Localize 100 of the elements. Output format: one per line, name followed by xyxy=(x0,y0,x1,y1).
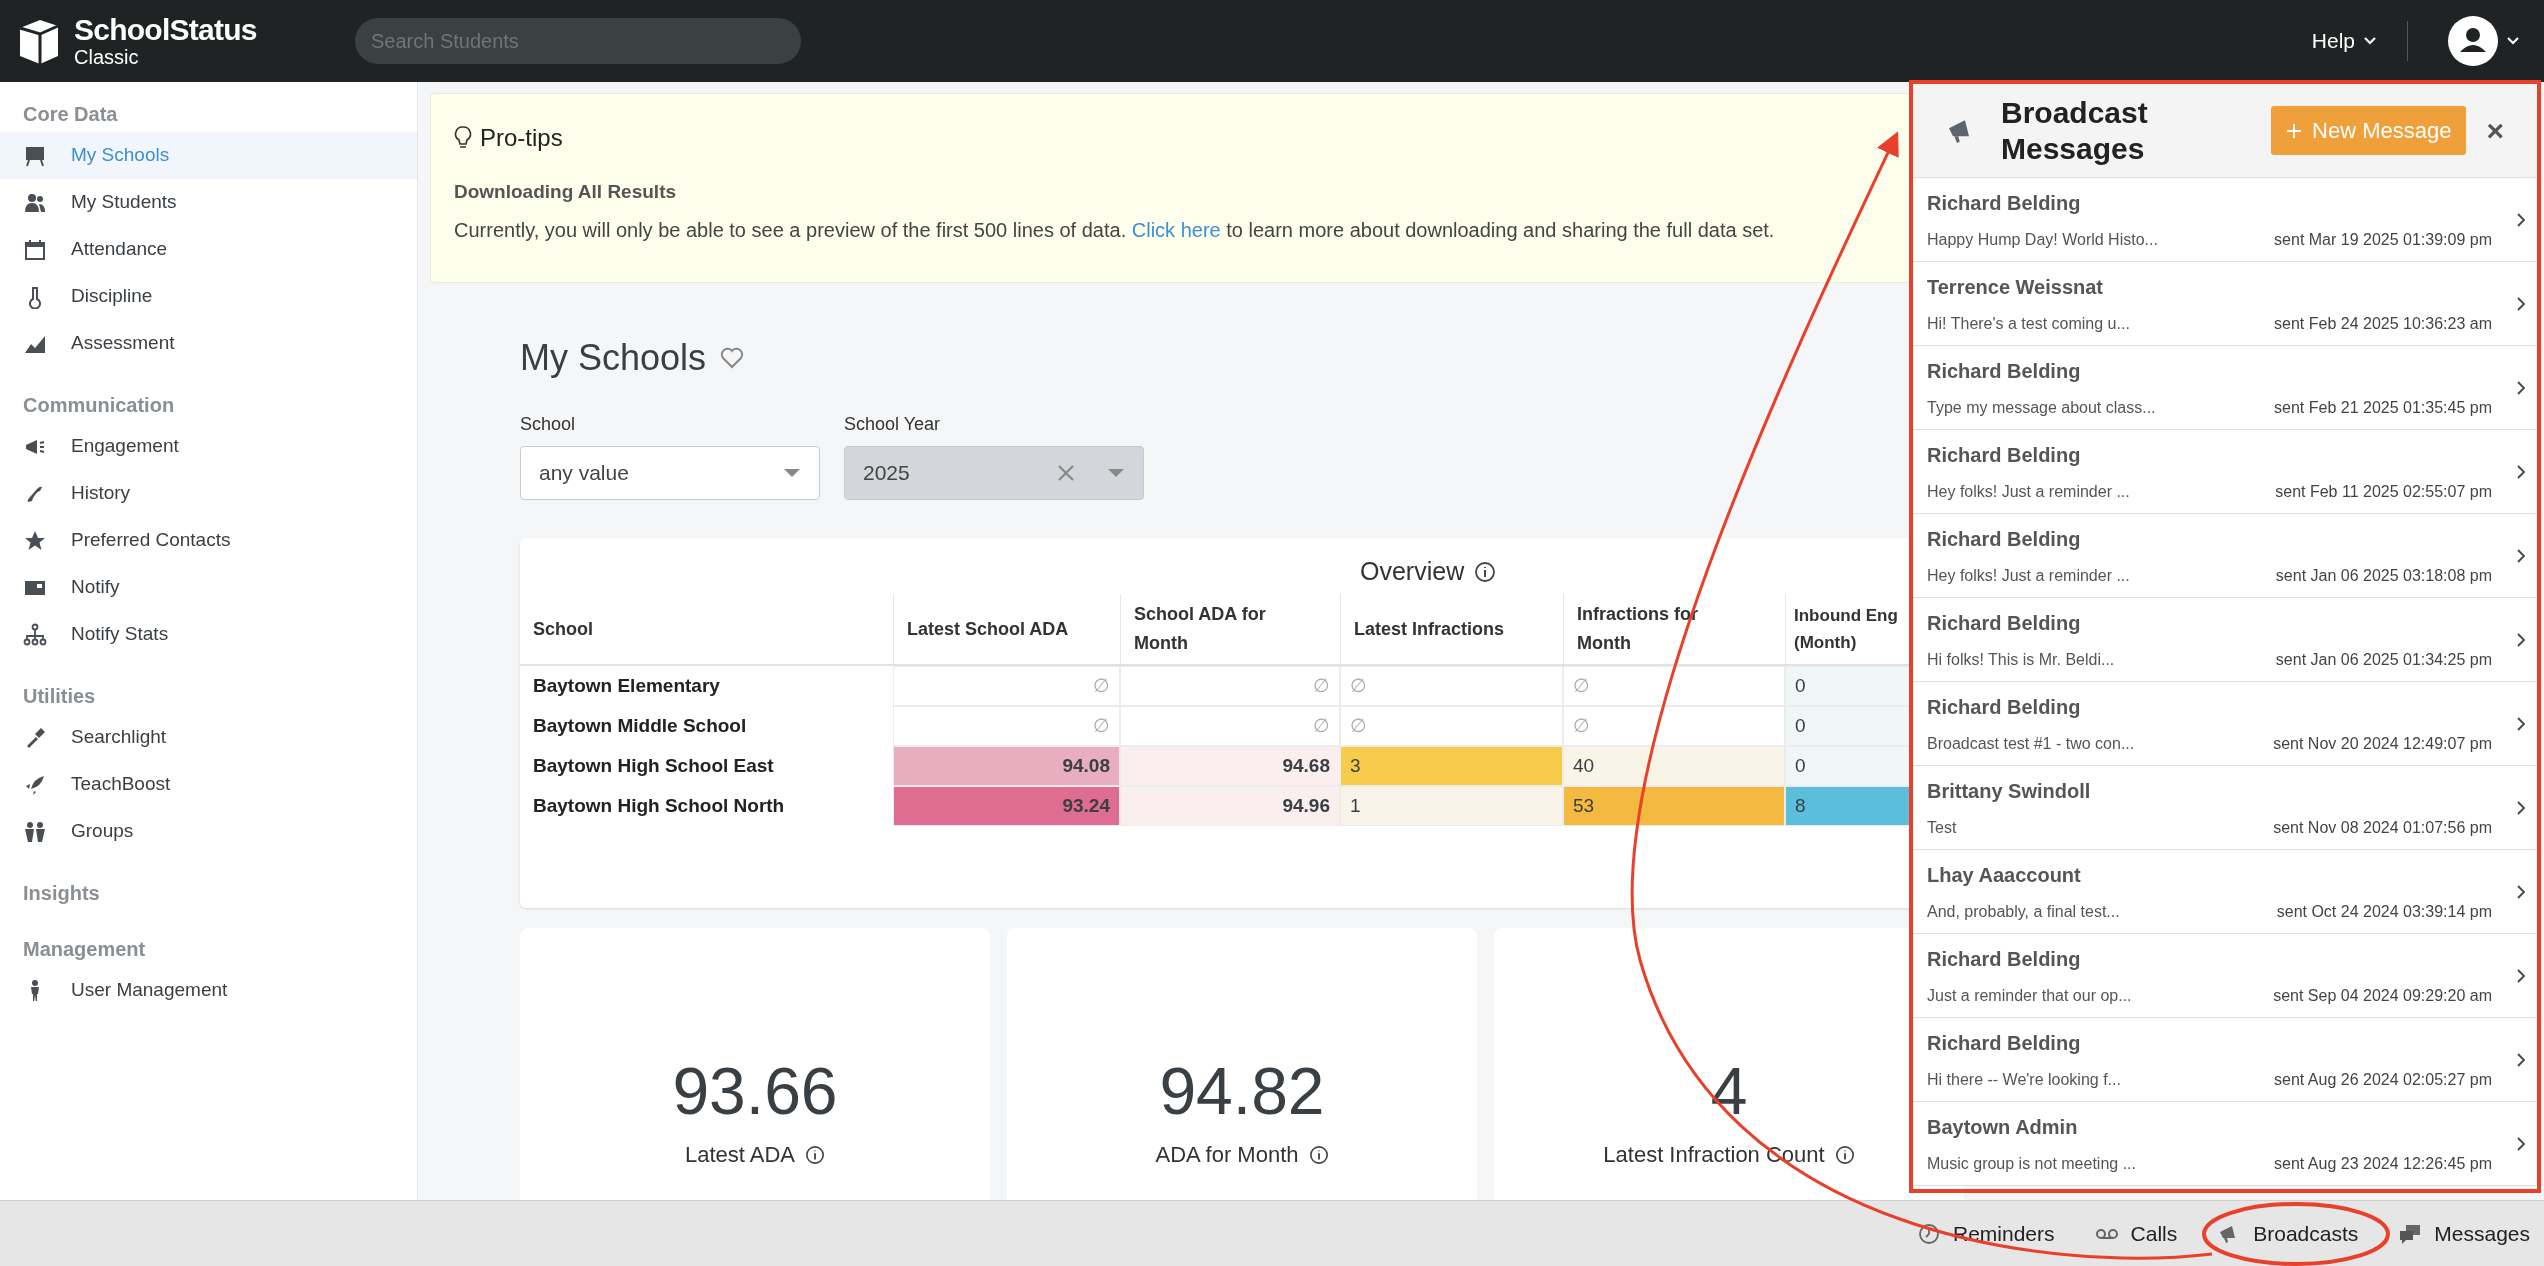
sidebar-item[interactable]: User Management xyxy=(0,967,417,1014)
sidebar-item[interactable]: Notify xyxy=(0,564,417,611)
message-row[interactable]: Terrence Weissnat Hi! There's a test coming u... sent Feb 24 2025 10:36:23 am xyxy=(1913,262,2536,346)
message-row[interactable]: Brittany Swindoll Test sent Nov 08 2024 01:07:56 pm xyxy=(1913,766,2536,850)
column-header[interactable]: School ADA for Month xyxy=(1120,594,1340,664)
field-label: School Year xyxy=(844,413,942,436)
tip-text: Currently, you will only be able to see a preview of the first 500 lines of data. Click here to learn more about downloading and sharing the full data set. xyxy=(454,217,1775,243)
table-cell: ∅ xyxy=(1120,706,1340,746)
sent-time: sent Feb 21 2025 01:35:45 pm xyxy=(2274,397,2492,418)
message-preview: Just a reminder that our op... xyxy=(1927,985,2132,1006)
table-cell: 94.96 xyxy=(1120,786,1340,826)
sender-name: Brittany Swindoll xyxy=(1927,778,2092,804)
table-cell: 40 xyxy=(1563,746,1785,786)
message-preview: Happy Hump Day! World Histo... xyxy=(1927,229,2158,250)
table-cell-text: Baytown High School North xyxy=(532,793,786,818)
sidebar-item[interactable]: TeachBoost xyxy=(0,761,417,808)
message-preview: Hey folks! Just a reminder ... xyxy=(1927,565,2130,586)
column-header[interactable]: Latest Infractions xyxy=(1340,594,1563,664)
bottom-bar-tab[interactable]: Calls xyxy=(2094,1217,2178,1250)
table-cell-text: Baytown Elementary xyxy=(532,673,721,698)
sidebar-item[interactable]: Discipline xyxy=(0,273,417,320)
logo-text: SchoolStatus xyxy=(74,15,257,45)
help-menu[interactable]: Help xyxy=(2311,25,2377,57)
table-cell: ∅ xyxy=(893,666,1120,706)
stat-value: 4 xyxy=(1710,1058,1748,1124)
message-preview: Broadcast test #1 - two con... xyxy=(1927,733,2135,754)
message-row[interactable]: Richard Belding Hi folks! This is Mr. Beldi... sent Jan 06 2025 01:34:25 pm xyxy=(1913,598,2536,682)
column-header[interactable]: Inbound Eng (Month) xyxy=(1785,594,1910,664)
sent-time: sent Sep 04 2024 09:29:20 am xyxy=(2273,985,2492,1006)
sender-name: Richard Belding xyxy=(1927,694,2082,720)
table-cell: ∅ xyxy=(1120,666,1340,706)
sidebar-item[interactable]: Engagement xyxy=(0,423,417,470)
message-row[interactable]: Richard Belding Type my message about class... sent Feb 21 2025 01:35:45 pm xyxy=(1913,346,2536,430)
field-label: School xyxy=(520,413,577,436)
sender-name: Richard Belding xyxy=(1927,526,2082,552)
table-cell: 53 xyxy=(1563,786,1785,826)
table-cell: ∅ xyxy=(1340,666,1563,706)
sender-name: Richard Belding xyxy=(1927,1030,2082,1056)
table-cell: 3 xyxy=(1340,746,1563,786)
message-row[interactable]: Baytown Admin Music group is not meeting ... sent Aug 23 2024 12:26:45 pm xyxy=(1913,1102,2536,1186)
message-row[interactable]: Richard Belding Hey folks! Just a reminder ... sent Jan 06 2025 03:18:08 pm xyxy=(1913,514,2536,598)
table-cell: 0 xyxy=(1785,666,1910,706)
sidebar-item[interactable]: Searchlight xyxy=(0,714,417,761)
sent-time: sent Feb 24 2025 10:36:23 am xyxy=(2274,313,2492,334)
message-preview: Music group is not meeting ... xyxy=(1927,1153,2136,1174)
select-field[interactable]: any value xyxy=(520,446,820,500)
sent-time: sent Jan 06 2025 01:34:25 pm xyxy=(2275,649,2492,670)
message-preview: And, probably, a final test... xyxy=(1927,901,2120,922)
stat-value: 93.66 xyxy=(672,1058,838,1124)
sidebar-item[interactable]: Groups xyxy=(0,808,417,855)
message-preview: Type my message about class... xyxy=(1927,397,2156,418)
sidebar-item[interactable]: My Students xyxy=(0,179,417,226)
table-cell: 0 xyxy=(1785,706,1910,746)
message-row[interactable]: Lhay Aaaccount And, probably, a final test... sent Oct 24 2024 03:39:14 pm xyxy=(1913,850,2536,934)
sender-name: Richard Belding xyxy=(1927,190,2082,216)
table-cell: ∅ xyxy=(1563,666,1785,706)
close-button[interactable]: × xyxy=(2486,115,2504,146)
sidebar-item[interactable]: Notify Stats xyxy=(0,611,417,658)
message-row[interactable]: Richard Belding Just a reminder that our op... sent Sep 04 2024 09:29:20 am xyxy=(1913,934,2536,1018)
table-cell: ∅ xyxy=(1340,706,1563,746)
card-title: Overview xyxy=(1360,556,1465,588)
sent-time: sent Nov 20 2024 12:49:07 pm xyxy=(2273,733,2492,754)
section-heading: Core Data xyxy=(22,102,119,127)
sender-name: Richard Belding xyxy=(1927,946,2082,972)
sender-name: Richard Belding xyxy=(1927,442,2082,468)
bottom-bar-tab[interactable]: Broadcasts xyxy=(2217,1217,2359,1250)
table-cell: ∅ xyxy=(1563,706,1785,746)
sidebar-item[interactable]: Attendance xyxy=(0,226,417,273)
tip-heading: Downloading All Results xyxy=(454,180,677,204)
sidebar-item[interactable]: History xyxy=(0,470,417,517)
message-row[interactable]: Richard Belding Hey folks! Just a reminder ... sent Feb 11 2025 02:55:07 pm xyxy=(1913,430,2536,514)
sidebar-item[interactable]: Assessment xyxy=(0,320,417,367)
table-cell: 8 xyxy=(1785,786,1910,826)
sender-name: Richard Belding xyxy=(1927,610,2082,636)
section-heading: Communication xyxy=(22,393,176,418)
sent-time: sent Nov 08 2024 01:07:56 pm xyxy=(2273,817,2492,838)
stat-label: Latest ADA xyxy=(684,1141,796,1169)
sent-time: sent Oct 24 2024 03:39:14 pm xyxy=(2276,901,2492,922)
message-row[interactable]: Richard Belding Broadcast test #1 - two con... sent Nov 20 2024 12:49:07 pm xyxy=(1913,682,2536,766)
message-preview: Hi there -- We're looking f... xyxy=(1927,1069,2121,1090)
table-cell: 1 xyxy=(1340,786,1563,826)
sender-name: Baytown Admin xyxy=(1927,1114,2079,1140)
sent-time: sent Mar 19 2025 01:39:09 pm xyxy=(2274,229,2492,250)
message-preview: Test xyxy=(1927,817,1957,838)
panel-title: Pro-tips xyxy=(480,123,563,153)
stat-value: 94.82 xyxy=(1159,1058,1325,1124)
sender-name: Lhay Aaaccount xyxy=(1927,862,2082,888)
column-header[interactable]: Latest School ADA xyxy=(893,594,1120,664)
column-header[interactable]: School xyxy=(520,594,893,664)
sent-time: sent Aug 26 2024 02:05:27 pm xyxy=(2274,1069,2492,1090)
table-cell: 94.68 xyxy=(1120,746,1340,786)
sidebar-item[interactable]: Preferred Contacts xyxy=(0,517,417,564)
logo-subtitle: Classic xyxy=(74,47,140,67)
message-row[interactable]: Richard Belding Hi there -- We're looking f... sent Aug 26 2024 02:05:27 pm xyxy=(1913,1018,2536,1102)
message-row[interactable]: Richard Belding Happy Hump Day! World Histo... sent Mar 19 2025 01:39:09 pm xyxy=(1913,178,2536,262)
message-preview: Hey folks! Just a reminder ... xyxy=(1927,481,2130,502)
table-cell-text: Baytown Middle School xyxy=(532,713,748,738)
bottom-bar-tab[interactable]: Reminders xyxy=(1917,1217,2055,1250)
table-cell: ∅ xyxy=(893,706,1120,746)
bottom-bar-tab[interactable]: Messages xyxy=(2398,1217,2530,1250)
